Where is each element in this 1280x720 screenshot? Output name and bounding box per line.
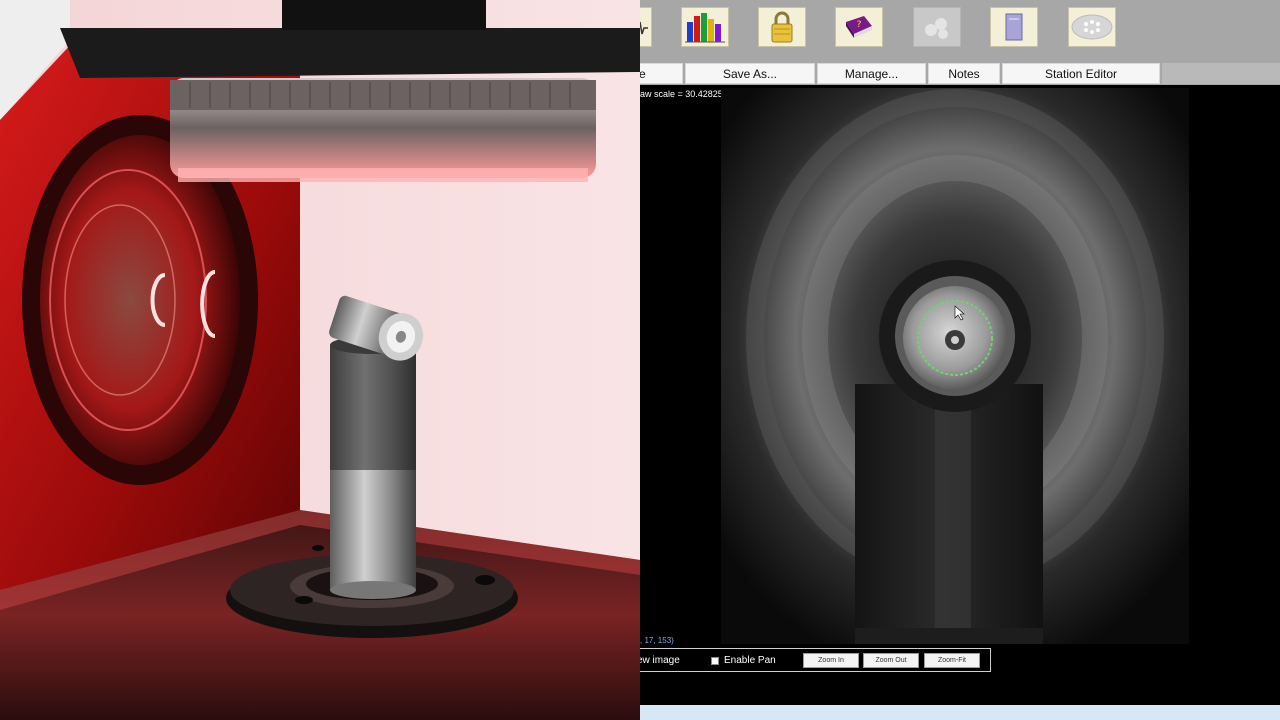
help-button[interactable]: ? xyxy=(835,7,883,47)
enable-pan-label: Enable Pan xyxy=(724,655,776,666)
icon-toolbar: ? xyxy=(640,0,1280,62)
cluster-icon xyxy=(925,18,948,39)
waveform-icon xyxy=(640,21,648,35)
zoom-out-button[interactable]: Zoom Out xyxy=(863,653,919,668)
zoom-in-button[interactable]: Zoom In xyxy=(803,653,859,668)
bar-chart-icon xyxy=(685,13,725,43)
zoom-fit-button[interactable]: Zoom-Fit xyxy=(924,653,980,668)
dots-button[interactable] xyxy=(1068,7,1116,47)
camera-image[interactable] xyxy=(721,88,1189,644)
enable-pan-checkbox[interactable] xyxy=(711,657,719,665)
manage-button[interactable]: Manage... xyxy=(817,63,926,84)
cluster-button[interactable] xyxy=(913,7,961,47)
waveform-button[interactable] xyxy=(640,7,652,47)
station-editor-button[interactable]: Station Editor xyxy=(1002,63,1160,84)
save-as-button[interactable]: Save As... xyxy=(685,63,815,84)
dots-oval-icon xyxy=(1071,14,1113,40)
menu-bar: e Save As... Manage... Notes Station Edi… xyxy=(640,62,1280,85)
camera-software-window: ? e Save As... Manage... Notes Station E… xyxy=(640,0,1280,720)
scale-readout: aw scale = 30.428258 xyxy=(640,89,731,99)
padlock-icon xyxy=(771,11,793,43)
help-book-icon: ? xyxy=(846,16,872,38)
document-button[interactable] xyxy=(990,7,1038,47)
view-image-label: ew image xyxy=(640,655,680,666)
menu-bar-filler xyxy=(1162,63,1280,84)
reports-button[interactable] xyxy=(681,7,729,47)
svg-text:?: ? xyxy=(857,20,862,30)
notes-button[interactable]: Notes xyxy=(928,63,1000,84)
document-icon xyxy=(1005,13,1023,41)
camera-viewer[interactable]: aw scale = 30.428258 , 17, 153) xyxy=(640,86,1280,646)
security-button[interactable] xyxy=(758,7,806,47)
menu-item-partial[interactable]: e xyxy=(640,63,683,84)
pixel-coordinate-readout: , 17, 153) xyxy=(640,636,674,645)
status-bar xyxy=(640,705,1280,720)
view-controls: ew image Enable Pan Zoom In Zoom Out Zoo… xyxy=(640,648,991,672)
instrument-photo xyxy=(0,0,640,720)
